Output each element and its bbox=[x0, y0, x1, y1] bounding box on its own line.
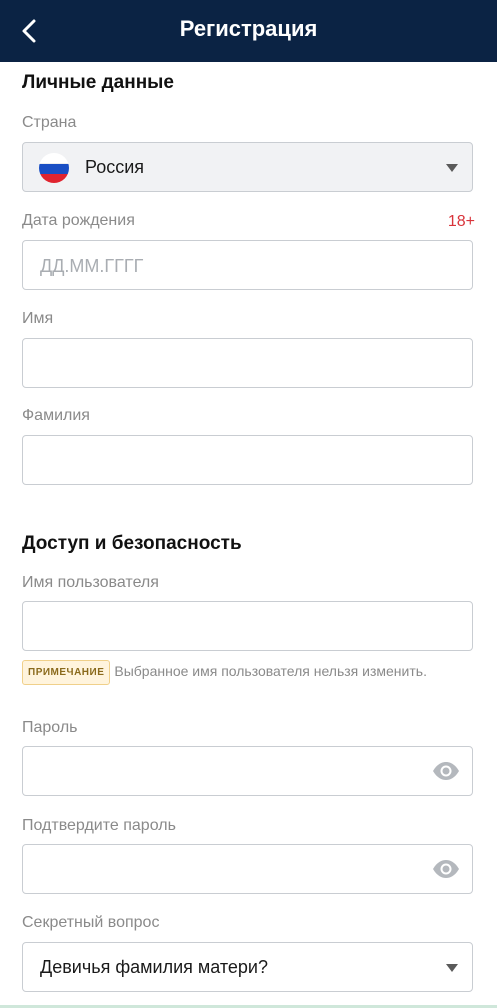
secret-question-value: Девичья фамилия матери? bbox=[40, 957, 268, 977]
confirm-password-label: Подтвердите пароль bbox=[22, 817, 176, 834]
country-select[interactable]: Россия bbox=[22, 142, 473, 192]
birth-date-placeholder: ДД.ММ.ГГГГ bbox=[40, 256, 144, 276]
confirm-password-field[interactable] bbox=[22, 844, 473, 894]
last-name-field[interactable] bbox=[22, 435, 473, 485]
country-value: Россия bbox=[85, 157, 145, 177]
section-title-security: Доступ и безопасность bbox=[22, 533, 242, 554]
caret-down-icon bbox=[446, 964, 458, 972]
username-field[interactable] bbox=[22, 601, 473, 651]
password-field[interactable] bbox=[22, 746, 473, 796]
password-label: Пароль bbox=[22, 719, 78, 736]
secret-question-select[interactable]: Девичья фамилия матери? bbox=[22, 942, 473, 992]
username-note: ПРИМЕЧАНИЕ Выбранное имя пользователя нел… bbox=[22, 660, 452, 685]
caret-down-icon bbox=[446, 164, 458, 172]
secret-question-label: Секретный вопрос bbox=[22, 914, 160, 931]
username-label: Имя пользователя bbox=[22, 574, 159, 591]
eye-icon[interactable] bbox=[432, 761, 460, 781]
first-name-label: Имя bbox=[22, 310, 54, 327]
first-name-field[interactable] bbox=[22, 338, 473, 388]
russia-flag-icon bbox=[39, 153, 69, 183]
note-text: Выбранное имя пользователя нельзя измени… bbox=[114, 663, 427, 679]
page-title: Регистрация bbox=[179, 16, 318, 41]
section-title-personal: Личные данные bbox=[22, 72, 174, 93]
note-badge: ПРИМЕЧАНИЕ bbox=[22, 660, 111, 685]
birth-date-field[interactable]: ДД.ММ.ГГГГ bbox=[22, 240, 473, 290]
birth-date-label: Дата рождения bbox=[22, 212, 135, 229]
last-name-label: Фамилия bbox=[22, 407, 90, 424]
app-header: Регистрация bbox=[0, 0, 497, 62]
eye-icon[interactable] bbox=[432, 859, 460, 879]
country-label: Страна bbox=[22, 114, 77, 131]
age-badge: 18+ bbox=[447, 213, 475, 230]
